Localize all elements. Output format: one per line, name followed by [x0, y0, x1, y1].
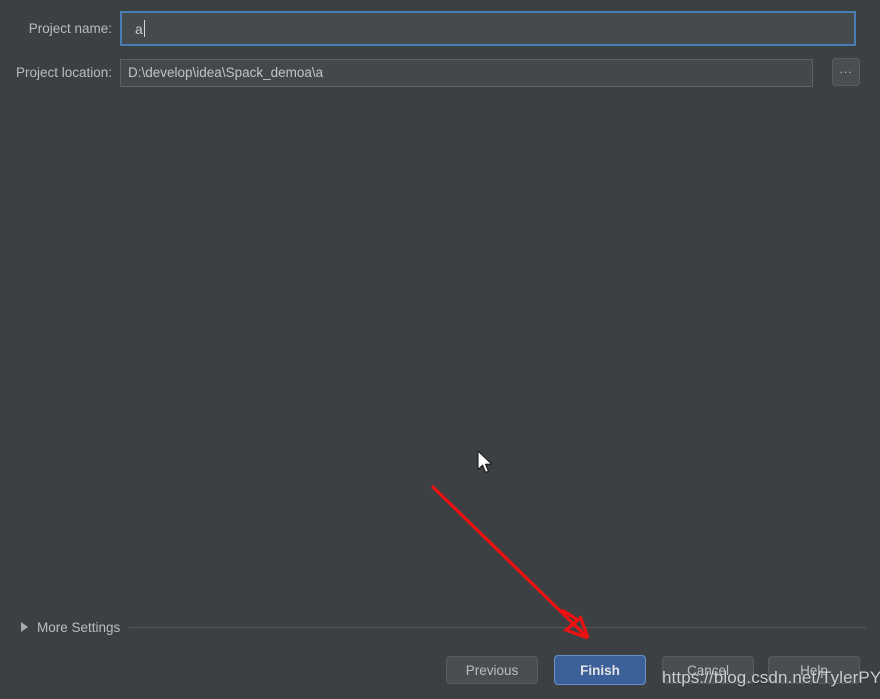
triangle-right-icon[interactable] — [21, 622, 28, 632]
watermark-text: https://blog.csdn.net/TylerPY — [662, 668, 880, 687]
annotation-arrow-overlay — [430, 484, 590, 640]
mouse-pointer-icon — [477, 450, 493, 473]
separator-line — [129, 626, 866, 628]
project-location-label: Project location: — [15, 65, 112, 80]
previous-button[interactable]: Previous — [446, 656, 538, 684]
project-name-input[interactable]: a — [120, 11, 856, 46]
project-location-input[interactable]: D:\develop\idea\Spack_demoa\a — [120, 59, 813, 87]
project-name-label: Project name: — [28, 20, 112, 36]
new-project-dialog: Project name: a Project location: D:\dev… — [0, 0, 880, 699]
project-name-row: Project name: a — [0, 11, 880, 46]
text-caret — [143, 20, 145, 37]
red-arrow-icon — [430, 484, 590, 640]
more-settings-label: More Settings — [37, 619, 121, 635]
more-settings-section[interactable]: More Settings — [14, 618, 866, 636]
project-name-value-wrap: a — [129, 13, 847, 44]
browse-folder-button[interactable]: ... — [832, 58, 860, 86]
project-location-row: Project location: D:\develop\idea\Spack_… — [0, 57, 880, 89]
project-location-value: D:\develop\idea\Spack_demoa\a — [128, 65, 324, 80]
project-name-value: a — [135, 20, 143, 37]
finish-button[interactable]: Finish — [554, 655, 646, 685]
